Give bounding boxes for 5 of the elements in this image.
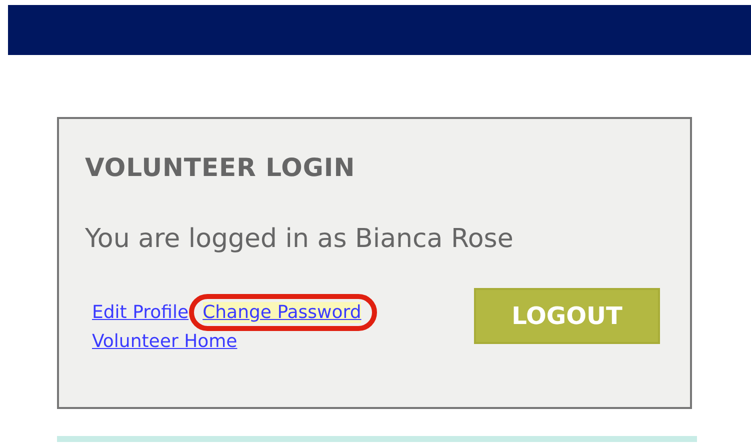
link[interactable]: Change Password [202,302,362,323]
link[interactable]: Volunteer Home [92,331,238,352]
panel-title: VOLUNTEER LOGIN [85,153,356,182]
login-status: You are logged in as Bianca Rose [85,224,514,254]
link[interactable]: Edit Profile [92,302,189,323]
